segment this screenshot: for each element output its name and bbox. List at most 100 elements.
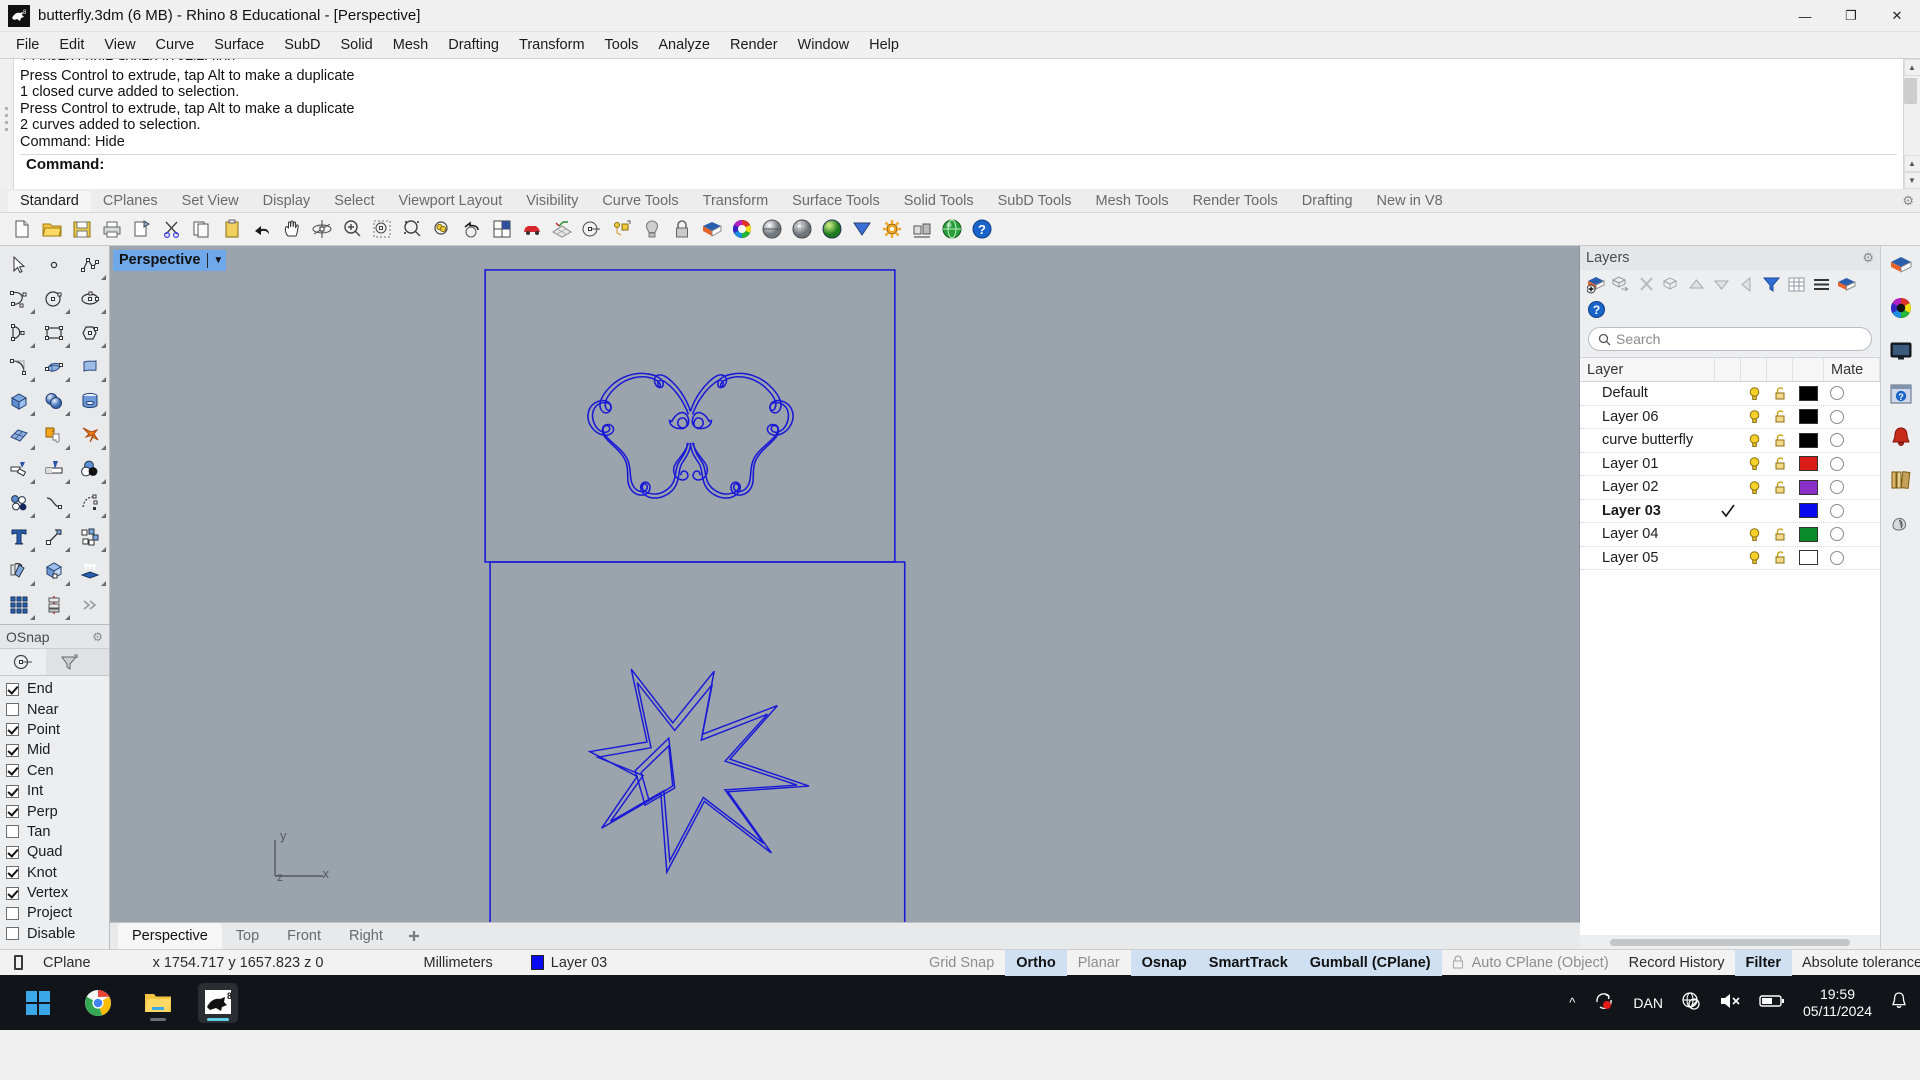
help-panel-icon[interactable]: ? <box>1886 379 1916 409</box>
menu-file[interactable]: File <box>6 34 49 56</box>
menu-drafting[interactable]: Drafting <box>438 34 509 56</box>
visibility-bulb-icon[interactable] <box>1741 409 1767 424</box>
viewport-label[interactable]: Perspective ▼ <box>113 250 227 271</box>
column-header-blank-1[interactable] <box>1715 358 1741 381</box>
checkbox[interactable] <box>6 906 19 920</box>
grid-array-tool[interactable] <box>1 588 37 622</box>
menu-analyze[interactable]: Analyze <box>648 34 720 56</box>
material-circle[interactable] <box>1824 386 1850 401</box>
four-viewport-icon[interactable] <box>488 215 516 243</box>
dimension-icon[interactable] <box>908 215 936 243</box>
viewport-tab-perspective[interactable]: Perspective <box>118 923 222 949</box>
copy-to-clipboard-icon[interactable] <box>128 215 156 243</box>
layer-icon[interactable] <box>698 215 726 243</box>
osnap-item-vertex[interactable]: Vertex <box>6 883 109 903</box>
lock-icon[interactable] <box>1767 480 1793 495</box>
visibility-bulb-icon[interactable] <box>1741 480 1767 495</box>
layer-color-swatch[interactable] <box>1793 479 1824 495</box>
zoom-window-icon[interactable] <box>368 215 396 243</box>
osnap-item-cen[interactable]: Cen <box>6 761 109 781</box>
explode-tool[interactable] <box>72 418 108 452</box>
material-circle[interactable] <box>1824 503 1850 518</box>
layer-color-swatch[interactable] <box>1793 526 1824 542</box>
material-circle[interactable] <box>1824 409 1850 424</box>
add-viewport-button[interactable] <box>397 923 431 949</box>
set-cplane-icon[interactable] <box>608 215 636 243</box>
table-row-current[interactable]: Layer 03 <box>1580 500 1880 523</box>
scroll-down-button[interactable]: ▲ <box>1903 155 1920 172</box>
layer-panel-icon[interactable] <box>1886 250 1916 280</box>
library-books-icon[interactable] <box>1886 465 1916 495</box>
toolbar-tab-render-tools[interactable]: Render Tools <box>1181 191 1290 212</box>
osnap-gear-icon[interactable]: ⚙ <box>92 630 103 644</box>
toolbar-tab-subd-tools[interactable]: SubD Tools <box>986 191 1084 212</box>
table-row[interactable]: curve butterfly <box>1580 429 1880 453</box>
menu-mesh[interactable]: Mesh <box>383 34 438 56</box>
lock-icon[interactable] <box>1767 550 1793 565</box>
options-gear-icon[interactable] <box>878 215 906 243</box>
new-file-icon[interactable] <box>8 215 36 243</box>
osnap-item-project[interactable]: Project <box>6 903 109 923</box>
ellipse-tool[interactable] <box>72 282 108 316</box>
menu-icon[interactable] <box>1810 273 1832 295</box>
color-wheel-icon[interactable] <box>1886 293 1916 323</box>
layer-color-swatch[interactable] <box>1793 385 1824 401</box>
perspective-viewport[interactable]: Perspective ▼ y x z <box>110 246 1580 922</box>
grid-icon[interactable] <box>1785 273 1807 295</box>
menu-window[interactable]: Window <box>788 34 860 56</box>
zoom-selected-icon[interactable] <box>398 215 426 243</box>
visibility-bulb-icon[interactable] <box>1741 527 1767 542</box>
globe-blocked-icon[interactable] <box>1681 991 1701 1014</box>
display-monitor-icon[interactable] <box>1886 336 1916 366</box>
table-row[interactable]: Layer 02 <box>1580 476 1880 500</box>
lock-icon[interactable] <box>1767 433 1793 448</box>
command-scrollbar[interactable]: ▲ ▲ ▼ <box>1903 59 1920 189</box>
save-icon[interactable] <box>68 215 96 243</box>
toggle-osnap[interactable]: Osnap <box>1130 949 1198 976</box>
cplane-icon[interactable] <box>578 215 606 243</box>
material-circle[interactable] <box>1824 456 1850 471</box>
move-tool[interactable] <box>37 520 73 554</box>
light-bulb-icon[interactable] <box>638 215 666 243</box>
menu-help[interactable]: Help <box>859 34 909 56</box>
minimize-button[interactable]: — <box>1782 0 1828 32</box>
user-label[interactable]: DAN <box>1633 995 1663 1011</box>
visibility-bulb-icon[interactable] <box>1741 456 1767 471</box>
move-up-icon[interactable] <box>1685 273 1707 295</box>
osnap-item-near[interactable]: Near <box>6 699 109 719</box>
toggle-grid-snap[interactable]: Grid Snap <box>918 950 1005 976</box>
rhino-icon[interactable]: 8 <box>198 982 238 1023</box>
menu-tools[interactable]: Tools <box>595 34 649 56</box>
point-tool[interactable] <box>37 248 73 282</box>
battery-icon[interactable] <box>1759 993 1785 1012</box>
material-circle[interactable] <box>1824 480 1850 495</box>
blend-curve-tool[interactable] <box>37 486 73 520</box>
checkbox[interactable] <box>6 845 19 859</box>
checkbox[interactable] <box>6 682 19 696</box>
windows-start-icon[interactable] <box>18 983 58 1023</box>
toolbar-tab-mesh-tools[interactable]: Mesh Tools <box>1084 191 1181 212</box>
toolbar-tab-set-view[interactable]: Set View <box>170 191 251 212</box>
cplane-label[interactable]: CPlane <box>33 950 101 976</box>
scrollbar-thumb[interactable] <box>1903 78 1917 104</box>
rotate-view-icon[interactable] <box>308 215 336 243</box>
sphere-mesh-icon[interactable] <box>788 215 816 243</box>
filter-tab[interactable] <box>46 649 92 675</box>
scroll-up-button[interactable]: ▲ <box>1903 59 1920 76</box>
toolbar-options-gear-icon[interactable]: ⚙ <box>1902 193 1914 209</box>
boolean-puzzle-tool[interactable] <box>37 418 73 452</box>
help-icon[interactable]: ? <box>1585 298 1607 320</box>
toolbar-tab-standard[interactable]: Standard <box>8 191 91 212</box>
copy-icon[interactable] <box>188 215 216 243</box>
rectangle-tool[interactable] <box>37 316 73 350</box>
menu-subd[interactable]: SubD <box>274 34 330 56</box>
osnap-item-point[interactable]: Point <box>6 720 109 740</box>
toggle-gumball[interactable]: Gumball (CPlane) <box>1298 949 1442 976</box>
current-layer-check[interactable] <box>1715 503 1741 519</box>
render-sphere-icon[interactable] <box>818 215 846 243</box>
chevron-down-icon[interactable]: ▼ <box>213 255 223 266</box>
toggle-planar[interactable]: Planar <box>1067 950 1131 976</box>
paste-clipboard-icon[interactable] <box>218 215 246 243</box>
layers-search-input[interactable]: Search <box>1616 331 1660 347</box>
menu-surface[interactable]: Surface <box>204 34 274 56</box>
